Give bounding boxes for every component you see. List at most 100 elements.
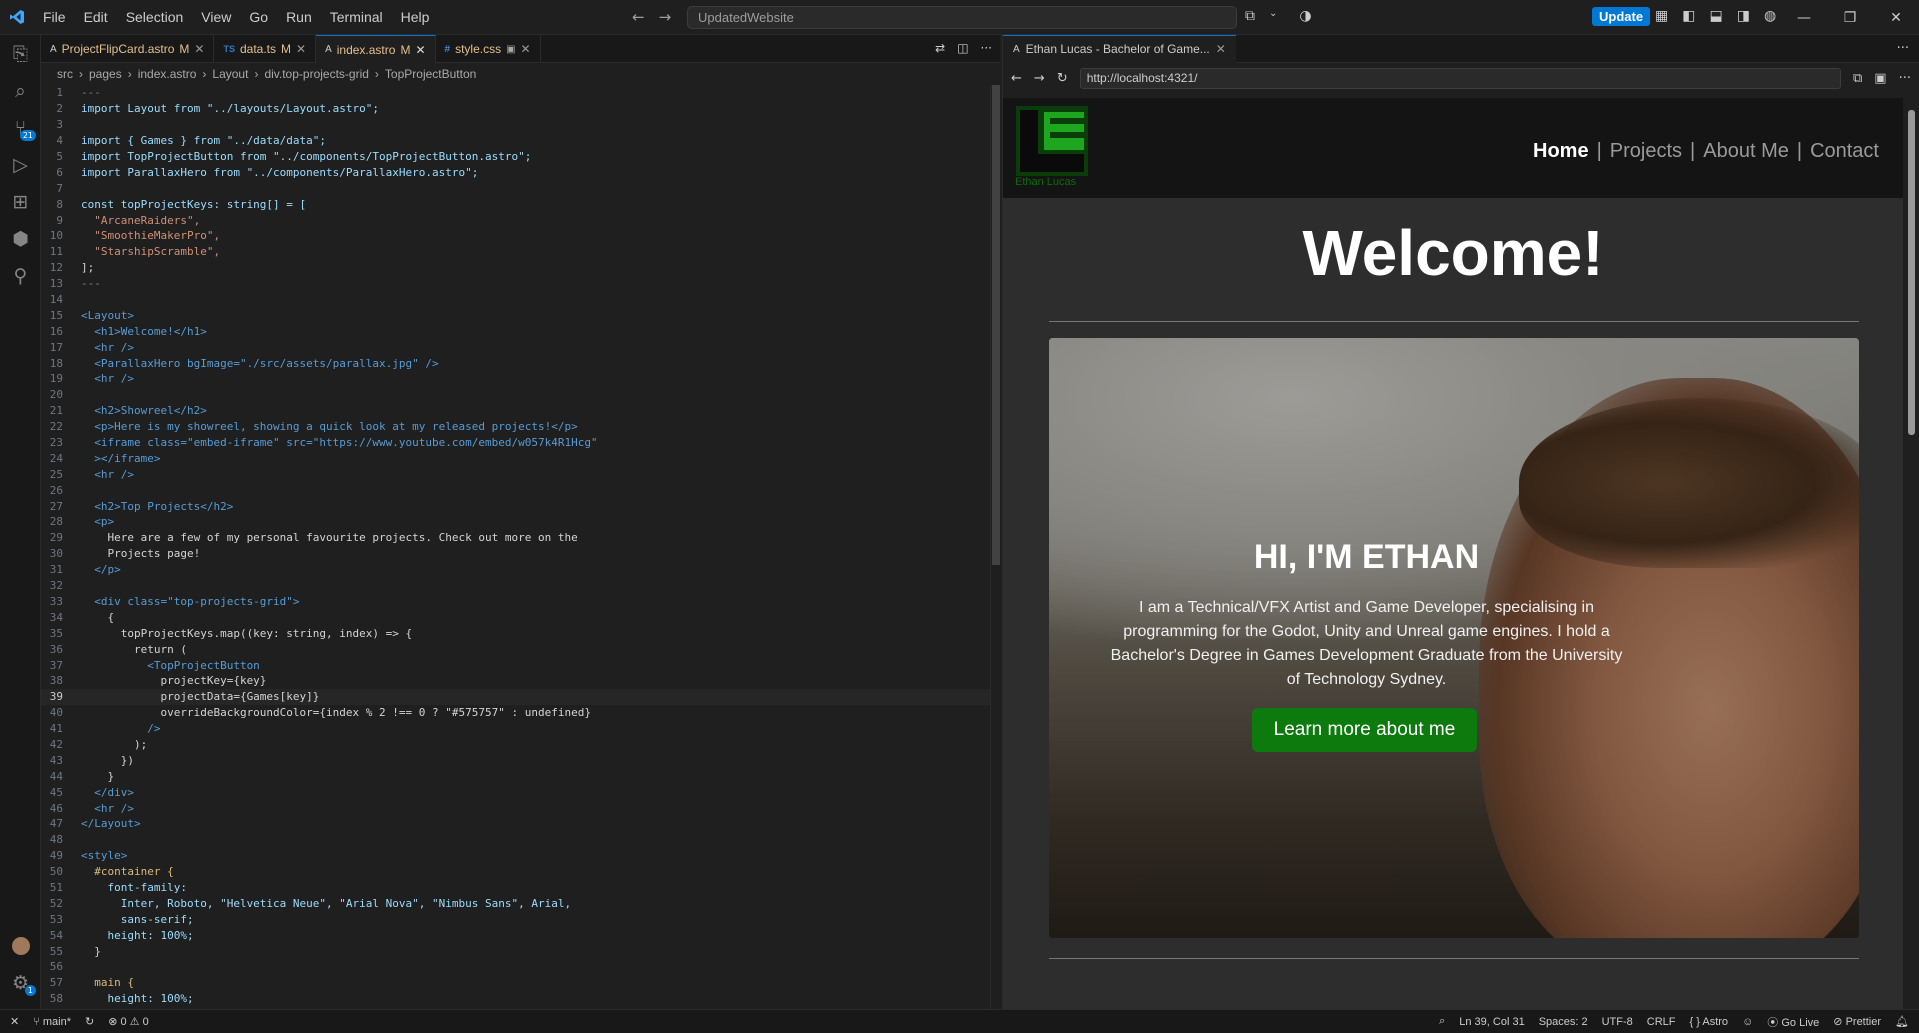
preview-scrollbar[interactable] [1903,98,1919,1009]
code-line[interactable]: 26 [41,482,991,498]
code-line[interactable]: 23 <iframe class="embed-iframe" src="htt… [41,435,991,451]
tab-preview[interactable]: A Ethan Lucas - Bachelor of Game... ✕ [1003,34,1236,63]
menu-go[interactable]: Go [240,0,277,35]
menu-selection[interactable]: Selection [117,0,193,35]
tab-projectflipcard[interactable]: A ProjectFlipCard.astro M ✕ [41,35,215,63]
python-icon[interactable]: ⬢ [0,220,41,257]
indentation[interactable]: Spaces: 2 [1539,1016,1588,1028]
code-line[interactable]: 9 "ArcaneRaiders", [41,212,991,228]
explorer-icon[interactable]: ⎘ [0,35,41,72]
code-line[interactable]: 33 <div class="top-projects-grid"> [41,594,991,610]
code-line[interactable]: 3 [41,117,991,133]
code-line[interactable]: 53 sans-serif; [41,911,991,927]
prettier[interactable]: ⊘ Prettier [1833,1015,1881,1028]
code-line[interactable]: 27 <h2>Top Projects</h2> [41,498,991,514]
minimize-icon[interactable]: — [1781,0,1827,35]
close-icon[interactable]: ✕ [1873,0,1919,35]
code-line[interactable]: 51 font-family: [41,880,991,896]
menu-help[interactable]: Help [392,0,439,35]
update-button[interactable]: Update [1592,7,1651,26]
encoding[interactable]: UTF-8 [1602,1016,1633,1028]
menu-file[interactable]: File [34,0,75,35]
code-line[interactable]: 35 topProjectKeys.map((key: string, inde… [41,625,991,641]
code-line[interactable]: 13 --- [41,276,991,292]
code-line[interactable]: 5 import TopProjectButton from "../compon… [41,149,991,165]
accounts-icon[interactable]: ◑ [1299,8,1311,24]
code-line[interactable]: 36 return ( [41,641,991,657]
editor-scrollbar[interactable] [990,85,1000,1009]
code-line[interactable]: 47 </Layout> [41,816,991,832]
split-editor-icon[interactable]: ◫ [957,41,968,55]
sync-icon[interactable]: ↻ [85,1015,94,1028]
code-line[interactable]: 43 }) [41,752,991,768]
globe-icon[interactable]: ◍ [1764,8,1776,24]
site-logo[interactable] [1016,106,1088,176]
copilot-icon[interactable]: ⧉ [1245,8,1255,24]
nav-link-projects[interactable]: Projects [1606,140,1686,163]
code-line[interactable]: 15 <Layout> [41,307,991,323]
code-line[interactable]: 6 import ParallaxHero from "../components… [41,164,991,180]
code-line[interactable]: 45 </div> [41,784,991,800]
close-tab-icon[interactable]: ✕ [194,42,204,56]
go-live[interactable]: ⦿ Go Live [1767,1014,1819,1030]
code-line[interactable]: 2 import Layout from "../layouts/Layout.a… [41,101,991,117]
breadcrumb-item[interactable]: src [57,67,73,81]
tab-index-astro[interactable]: A index.astro M ✕ [316,35,436,63]
remote-explorer-icon[interactable]: ⚲ [0,257,41,294]
code-line[interactable]: 37 <TopProjectButton [41,657,991,673]
search-icon[interactable]: ⌕ [0,72,41,109]
breadcrumb-item[interactable]: div.top-projects-grid [264,67,368,81]
code-line[interactable]: 14 [41,292,991,308]
url-input[interactable]: http://localhost:4321/ [1079,67,1841,89]
close-tab-icon[interactable]: ✕ [1216,42,1226,56]
reload-icon[interactable]: ↻ [1057,71,1068,86]
zoom-icon[interactable]: ⌕ [1439,1015,1445,1028]
account-avatar[interactable] [0,927,41,964]
code-line[interactable]: 18 <ParallaxHero bgImage="./src/assets/p… [41,355,991,371]
command-center-search[interactable]: UpdatedWebsite [687,6,1237,29]
code-line[interactable]: 30 Projects page! [41,546,991,562]
remote-icon[interactable]: ✕ [10,1015,19,1028]
tab-style-css[interactable]: # style.css ▣ ✕ [436,35,541,63]
code-line[interactable]: 20 [41,387,991,403]
menu-terminal[interactable]: Terminal [321,0,392,35]
more-actions-icon[interactable]: ··· [1897,41,1919,56]
source-control-icon[interactable]: ⑂ 21 [0,109,41,146]
tab-data-ts[interactable]: TS data.ts M ✕ [214,35,317,63]
code-line[interactable]: 19 <hr /> [41,371,991,387]
back-arrow-icon[interactable]: ← [632,8,645,26]
menu-view[interactable]: View [192,0,240,35]
breadcrumb-item[interactable]: pages [89,67,122,81]
back-arrow-icon[interactable]: ← [1011,71,1022,86]
code-line[interactable]: 50 #container { [41,864,991,880]
breadcrumb-item[interactable]: TopProjectButton [385,67,476,81]
code-line[interactable]: 1 --- [41,85,991,101]
menu-edit[interactable]: Edit [75,0,117,35]
devtools-icon[interactable]: ▣ [1874,71,1886,86]
compare-icon[interactable]: ⇄ [935,41,945,55]
close-tab-icon[interactable]: ✕ [296,42,306,56]
toggle-panel-icon[interactable]: ⬓ [1709,8,1722,24]
settings-gear-icon[interactable]: ⚙ 1 [0,964,41,1001]
code-line[interactable]: 12]; [41,260,991,276]
nav-link-home[interactable]: Home [1529,140,1593,163]
code-line[interactable]: 17 <hr /> [41,339,991,355]
more-actions-icon[interactable]: ··· [981,41,992,55]
close-tab-icon[interactable]: ✕ [521,42,531,56]
code-line[interactable]: 16 <h1>Welcome!</h1> [41,323,991,339]
learn-more-button[interactable]: Learn more about me [1252,708,1477,752]
code-line[interactable]: 21 <h2>Showreel</h2> [41,403,991,419]
code-line[interactable]: 40 overrideBackgroundColor={index % 2 !=… [41,705,991,721]
code-line[interactable]: 22 <p>Here is my showreel, showing a qui… [41,419,991,435]
code-line[interactable]: 25 <hr /> [41,466,991,482]
code-line[interactable]: 39 projectData={Games[key]} [41,688,991,705]
code-line[interactable]: 24 ></iframe> [41,450,991,466]
code-line[interactable]: 29 Here are a few of my personal favouri… [41,530,991,546]
code-line[interactable]: 41 /> [41,721,991,737]
notifications-bell-icon[interactable]: 🔔︎ [1895,1015,1909,1028]
restore-icon[interactable]: ❐ [1827,0,1873,35]
code-line[interactable]: 28 <p> [41,514,991,530]
problems-indicator[interactable]: ⊗ 0 ⚠ 0 [108,1015,149,1028]
code-line[interactable]: 46 <hr /> [41,800,991,816]
code-line[interactable]: 10 "SmoothieMakerPro", [41,228,991,244]
